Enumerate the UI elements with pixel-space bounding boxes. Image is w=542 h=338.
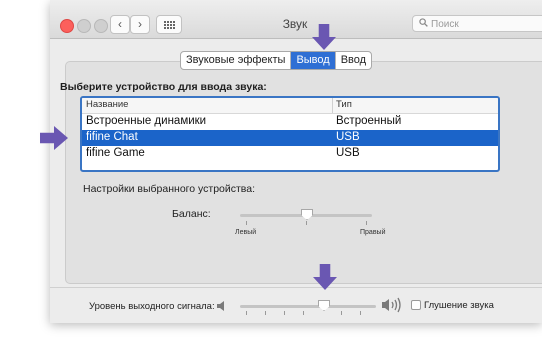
device-type: USB xyxy=(336,147,360,159)
table-row[interactable]: fifine Game USB xyxy=(82,146,498,162)
search-placeholder: Поиск xyxy=(431,19,459,30)
table-header: Название Тип xyxy=(82,98,498,114)
device-type: USB xyxy=(336,131,360,143)
speaker-quiet-icon xyxy=(216,299,228,317)
device-section-title: Выберите устройство для ввода звука: xyxy=(60,81,267,93)
balance-tick xyxy=(246,221,247,225)
tab-input[interactable]: Ввод xyxy=(334,52,371,69)
chevron-right-icon: › xyxy=(138,17,142,31)
device-name: fifine Game xyxy=(86,147,145,159)
grid-icon xyxy=(163,20,175,29)
balance-right-label: Правый xyxy=(360,229,386,236)
mute-checkbox[interactable] xyxy=(411,300,421,310)
tab-sound-effects[interactable]: Звуковые эффекты xyxy=(181,52,290,69)
volume-tick xyxy=(303,311,304,315)
table-row-selected[interactable]: fifine Chat USB xyxy=(82,130,498,146)
volume-tick xyxy=(341,311,342,315)
column-divider xyxy=(332,98,333,113)
device-settings-label: Настройки выбранного устройства: xyxy=(83,183,256,195)
forward-button[interactable]: › xyxy=(130,15,150,34)
balance-left-label: Левый xyxy=(235,229,257,236)
column-header-name[interactable]: Название xyxy=(86,99,128,110)
device-name: fifine Chat xyxy=(86,131,138,143)
device-table[interactable]: Название Тип Встроенные динамики Встроен… xyxy=(80,96,500,172)
volume-tick xyxy=(360,311,361,315)
device-type: Встроенный xyxy=(336,115,402,127)
zoom-window-button[interactable] xyxy=(94,19,108,33)
balance-tick xyxy=(366,221,367,225)
title-bar: ‹ › Звук Поиск xyxy=(50,0,542,39)
balance-label: Баланс: xyxy=(172,208,211,220)
device-name: Встроенные динамики xyxy=(86,115,207,127)
search-input[interactable]: Поиск xyxy=(412,15,542,32)
speaker-loud-icon xyxy=(381,297,405,318)
volume-tick xyxy=(265,311,266,315)
close-window-button[interactable] xyxy=(60,19,74,33)
volume-tick xyxy=(284,311,285,315)
mute-label[interactable]: Глушение звука xyxy=(424,300,494,311)
show-all-button[interactable] xyxy=(156,15,182,34)
balance-tick xyxy=(306,221,307,225)
settings-panel xyxy=(65,61,542,284)
output-volume-slider-track[interactable] xyxy=(240,305,376,308)
tab-output[interactable]: Вывод xyxy=(290,52,335,69)
column-header-type[interactable]: Тип xyxy=(336,99,352,110)
back-button[interactable]: ‹ xyxy=(110,15,130,34)
output-level-label: Уровень выходного сигнала: xyxy=(89,301,215,312)
table-row[interactable]: Встроенные динамики Встроенный xyxy=(82,114,498,130)
minimize-window-button[interactable] xyxy=(77,19,91,33)
volume-tick xyxy=(246,311,247,315)
tab-bar: Звуковые эффекты Вывод Ввод xyxy=(180,51,373,70)
search-icon xyxy=(419,16,428,33)
chevron-left-icon: ‹ xyxy=(118,17,122,31)
